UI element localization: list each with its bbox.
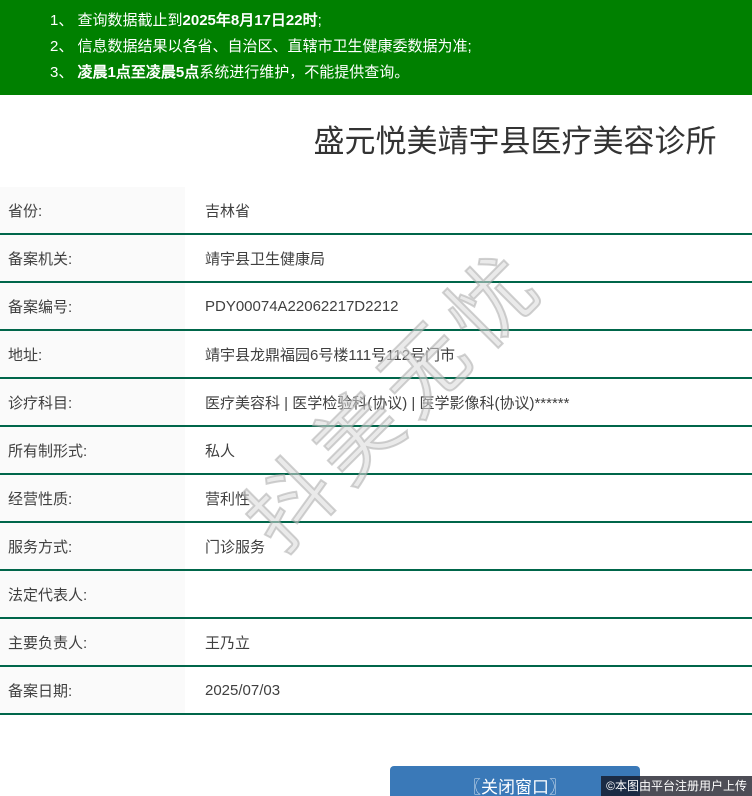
field-value: 门诊服务 bbox=[185, 523, 752, 569]
copyright-badge: ©本图由平台注册用户上传 bbox=[601, 776, 752, 796]
field-label: 备案日期: bbox=[0, 667, 185, 713]
table-row-province: 省份: 吉林省 bbox=[0, 187, 752, 235]
field-label: 经营性质: bbox=[0, 475, 185, 521]
field-value bbox=[185, 571, 752, 617]
record-table: 省份: 吉林省 备案机关: 靖宇县卫生健康局 备案编号: PDY00074A22… bbox=[0, 187, 752, 715]
table-row-ownership: 所有制形式: 私人 bbox=[0, 427, 752, 475]
notice-1-bold: 2025年8月17日22时 bbox=[183, 12, 318, 29]
notice-1-text: 1、 查询数据截止到 bbox=[50, 12, 183, 29]
field-label: 法定代表人: bbox=[0, 571, 185, 617]
table-row-filing-date: 备案日期: 2025/07/03 bbox=[0, 667, 752, 715]
table-row-service-mode: 服务方式: 门诊服务 bbox=[0, 523, 752, 571]
table-row-address: 地址: 靖宇县龙鼎福园6号楼111号112号门市 bbox=[0, 331, 752, 379]
table-row-principal: 主要负责人: 王乃立 bbox=[0, 619, 752, 667]
field-value: 靖宇县卫生健康局 bbox=[185, 235, 752, 281]
field-value: 营利性 bbox=[185, 475, 752, 521]
field-label: 地址: bbox=[0, 331, 185, 377]
table-row-filing-number: 备案编号: PDY00074A22062217D2212 bbox=[0, 283, 752, 331]
field-value: 靖宇县龙鼎福园6号楼111号112号门市 bbox=[185, 331, 752, 377]
field-value: 私人 bbox=[185, 427, 752, 473]
field-label: 所有制形式: bbox=[0, 427, 185, 473]
notice-3-text: 3、 bbox=[50, 64, 78, 81]
field-value: PDY00074A22062217D2212 bbox=[185, 283, 752, 329]
notice-line-2: 2、 信息数据结果以各省、自治区、直辖市卫生健康委数据为准; bbox=[50, 34, 752, 60]
field-value: 王乃立 bbox=[185, 619, 752, 665]
notice-bar: 1、 查询数据截止到2025年8月17日22时; 2、 信息数据结果以各省、自治… bbox=[0, 0, 752, 95]
notice-3-suffix: 系统进行维护，不能提供查询。 bbox=[199, 64, 409, 81]
field-value: 吉林省 bbox=[185, 187, 752, 233]
page-container: 1、 查询数据截止到2025年8月17日22时; 2、 信息数据结果以各省、自治… bbox=[0, 0, 752, 796]
field-value: 2025/07/03 bbox=[185, 667, 752, 713]
notice-line-1: 1、 查询数据截止到2025年8月17日22时; bbox=[50, 8, 752, 34]
field-label: 备案编号: bbox=[0, 283, 185, 329]
notice-1-suffix: ; bbox=[318, 12, 322, 29]
field-value: 医疗美容科 | 医学检验科(协议) | 医学影像科(协议)****** bbox=[185, 379, 752, 425]
field-label: 诊疗科目: bbox=[0, 379, 185, 425]
notice-line-3: 3、 凌晨1点至凌晨5点系统进行维护，不能提供查询。 bbox=[50, 60, 752, 86]
table-row-legal-representative: 法定代表人: bbox=[0, 571, 752, 619]
field-label: 备案机关: bbox=[0, 235, 185, 281]
notice-2-text: 2、 信息数据结果以各省、自治区、直辖市卫生健康委数据为准; bbox=[50, 38, 472, 55]
page-title: 盛元悦美靖宇县医疗美容诊所 bbox=[0, 123, 752, 161]
field-label: 服务方式: bbox=[0, 523, 185, 569]
field-label: 主要负责人: bbox=[0, 619, 185, 665]
table-row-business-nature: 经营性质: 营利性 bbox=[0, 475, 752, 523]
notice-3-bold: 凌晨1点至凌晨5点 bbox=[78, 64, 200, 81]
table-row-filing-authority: 备案机关: 靖宇县卫生健康局 bbox=[0, 235, 752, 283]
table-row-departments: 诊疗科目: 医疗美容科 | 医学检验科(协议) | 医学影像科(协议)*****… bbox=[0, 379, 752, 427]
field-label: 省份: bbox=[0, 187, 185, 233]
